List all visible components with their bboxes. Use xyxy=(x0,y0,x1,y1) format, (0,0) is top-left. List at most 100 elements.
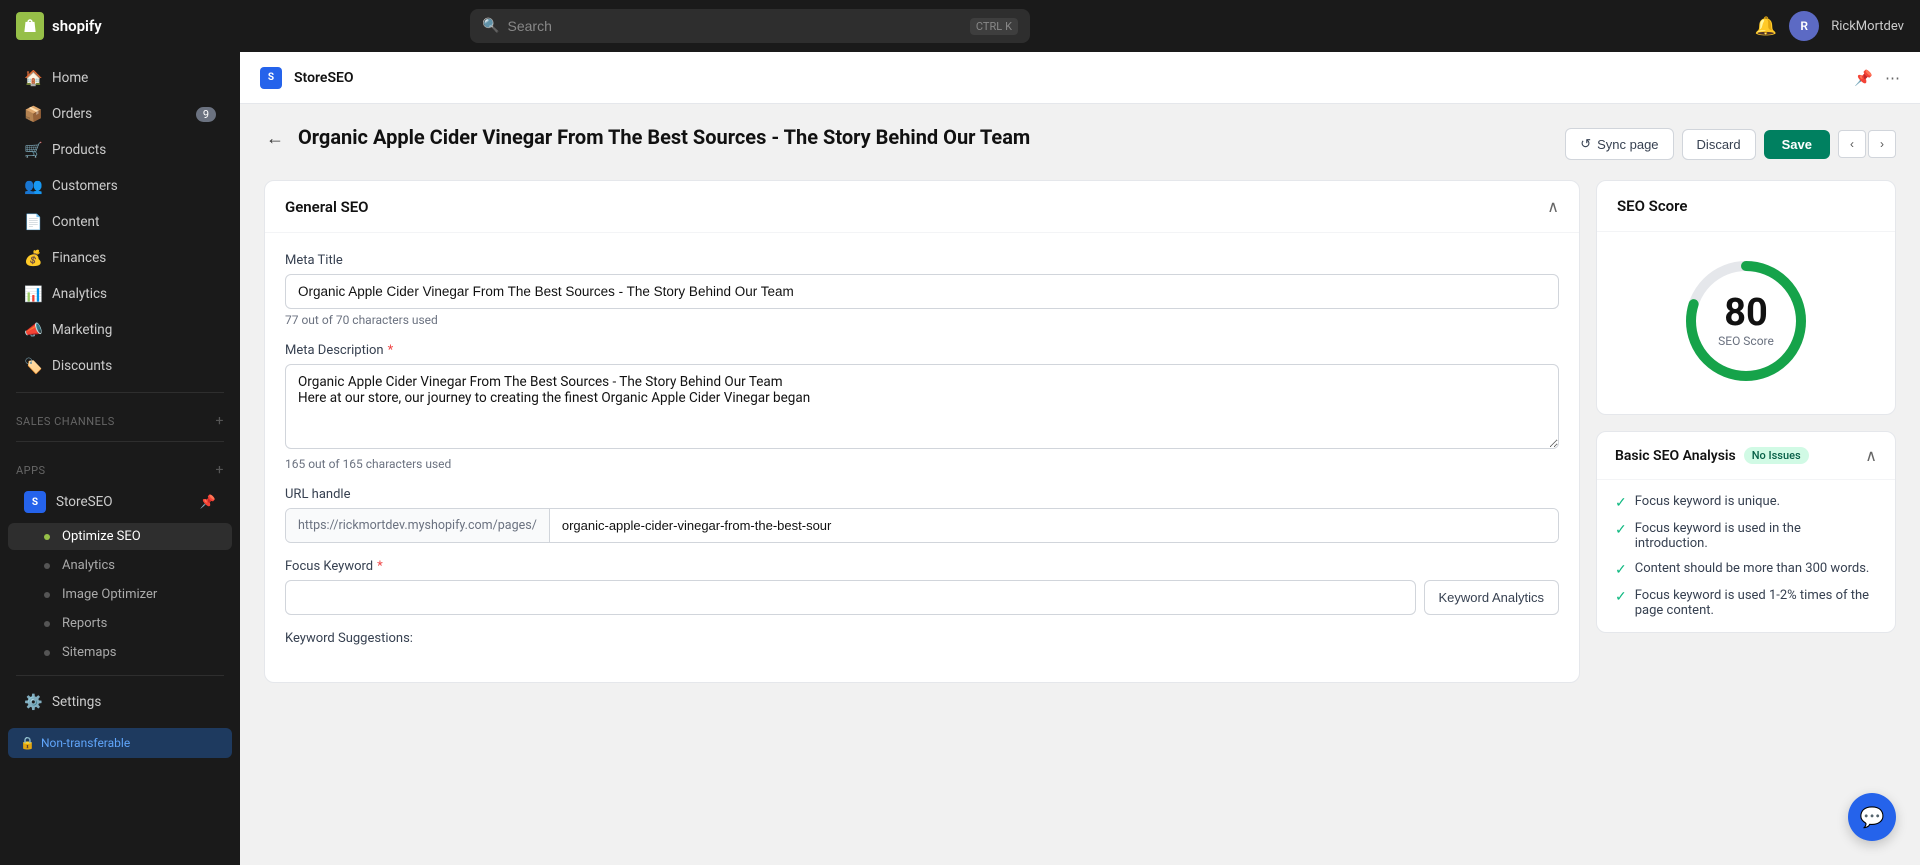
sidebar-item-finances[interactable]: 💰 Finances xyxy=(8,241,232,275)
sidebar-item-label: Home xyxy=(52,70,88,86)
check-text-4: Focus keyword is used 1-2% times of the … xyxy=(1635,588,1877,618)
search-bar[interactable]: 🔍 CTRL K xyxy=(470,9,1030,43)
navigation-arrows: ‹ › xyxy=(1838,130,1896,158)
keyword-analytics-button[interactable]: Keyword Analytics xyxy=(1424,580,1560,615)
sidebar-sub-item-optimize-seo[interactable]: Optimize SEO xyxy=(8,523,232,550)
shopify-text: shopify xyxy=(52,17,102,35)
discounts-icon: 🏷️ xyxy=(24,357,42,375)
meta-description-group: Meta Description * 165 out of 165 charac… xyxy=(285,343,1559,471)
username: RickMortdev xyxy=(1831,19,1904,34)
content-area: S StoreSEO 📌 ⋯ ← Organic Apple Cider Vin… xyxy=(240,52,1920,865)
marketing-icon: 📣 xyxy=(24,321,42,339)
seo-analysis-card: Basic SEO Analysis No Issues ∧ ✓ Focus k… xyxy=(1596,431,1896,633)
seo-analysis-title: Basic SEO Analysis No Issues xyxy=(1615,447,1809,464)
finances-icon: 💰 xyxy=(24,249,42,267)
sub-label: Image Optimizer xyxy=(62,587,157,602)
sidebar-item-marketing[interactable]: 📣 Marketing xyxy=(8,313,232,347)
prev-button[interactable]: ‹ xyxy=(1838,130,1866,158)
shopify-logo[interactable]: shopify xyxy=(16,12,102,40)
sidebar-sub-item-reports[interactable]: Reports xyxy=(8,610,232,637)
discard-button[interactable]: Discard xyxy=(1682,129,1756,160)
sidebar-sub-item-analytics[interactable]: Analytics xyxy=(8,552,232,579)
sidebar-item-content[interactable]: 📄 Content xyxy=(8,205,232,239)
sidebar-item-customers[interactable]: 👥 Customers xyxy=(8,169,232,203)
sidebar-item-orders[interactable]: 📦 Orders 9 xyxy=(8,97,232,131)
orders-badge: 9 xyxy=(196,107,216,122)
topbar-right: 🔔 R RickMortdev xyxy=(1755,11,1904,41)
sidebar-item-discounts[interactable]: 🏷️ Discounts xyxy=(8,349,232,383)
check-icon-2: ✓ xyxy=(1615,522,1627,538)
seo-score-card: SEO Score xyxy=(1596,180,1896,415)
sidebar-item-label: Analytics xyxy=(52,286,107,302)
sidebar-item-analytics[interactable]: 📊 Analytics xyxy=(8,277,232,311)
focus-keyword-input[interactable] xyxy=(285,580,1416,615)
next-button[interactable]: › xyxy=(1868,130,1896,158)
chat-icon: 💬 xyxy=(1860,805,1885,829)
app-header-pin-icon[interactable]: 📌 xyxy=(1854,69,1873,87)
non-transferable-label: Non-transferable xyxy=(41,736,130,750)
page-actions: ↺ Sync page Discard Save ‹ › xyxy=(1565,128,1896,160)
sidebar-item-storeseo[interactable]: S StoreSEO 📌 xyxy=(8,483,232,521)
avatar[interactable]: R xyxy=(1789,11,1819,41)
sync-label: Sync page xyxy=(1597,137,1658,152)
check-item-2: ✓ Focus keyword is used in the introduct… xyxy=(1615,521,1877,551)
meta-description-label: Meta Description * xyxy=(285,343,1559,358)
sub-dot xyxy=(44,621,50,627)
customers-icon: 👥 xyxy=(24,177,42,195)
sales-channels-section: Sales channels + xyxy=(0,401,240,433)
sidebar-item-label: Settings xyxy=(52,694,101,710)
sub-dot xyxy=(44,650,50,656)
app-header-more-icon[interactable]: ⋯ xyxy=(1885,69,1900,87)
bell-icon[interactable]: 🔔 xyxy=(1755,16,1777,37)
pin-icon[interactable]: 📌 xyxy=(200,495,216,510)
storeseo-label: StoreSEO xyxy=(56,494,113,510)
check-text-1: Focus keyword is unique. xyxy=(1635,494,1780,509)
no-issues-badge: No Issues xyxy=(1744,447,1809,464)
check-icon-1: ✓ xyxy=(1615,495,1627,511)
meta-title-char-count: 77 out of 70 characters used xyxy=(285,313,1559,327)
save-button[interactable]: Save xyxy=(1764,130,1830,159)
general-seo-body: Meta Title 77 out of 70 characters used … xyxy=(265,233,1579,682)
home-icon: 🏠 xyxy=(24,69,42,87)
collapse-icon[interactable]: ∧ xyxy=(1547,197,1559,216)
expand-apps-icon[interactable]: + xyxy=(216,462,224,478)
meta-description-textarea[interactable] xyxy=(285,364,1559,449)
sync-page-button[interactable]: ↺ Sync page xyxy=(1565,128,1673,160)
sidebar-item-label: Marketing xyxy=(52,322,112,338)
sidebar-sub-item-sitemaps[interactable]: Sitemaps xyxy=(8,639,232,666)
sidebar-item-settings[interactable]: ⚙️ Settings xyxy=(8,685,232,719)
sidebar: 🏠 Home 📦 Orders 9 🛒 Products 👥 Customers… xyxy=(0,52,240,865)
check-item-1: ✓ Focus keyword is unique. xyxy=(1615,494,1877,511)
page-content: ← Organic Apple Cider Vinegar From The B… xyxy=(240,104,1920,865)
sidebar-item-home[interactable]: 🏠 Home xyxy=(8,61,232,95)
sales-channels-label: Sales channels xyxy=(16,415,115,428)
app-header-icon: S xyxy=(260,67,282,89)
check-text-2: Focus keyword is used in the introductio… xyxy=(1635,521,1877,551)
sub-dot xyxy=(44,563,50,569)
sidebar-sub-item-image-optimizer[interactable]: Image Optimizer xyxy=(8,581,232,608)
storeseo-app-icon: S xyxy=(24,491,46,513)
expand-icon[interactable]: + xyxy=(216,413,224,429)
divider-3 xyxy=(16,675,224,676)
url-handle-input[interactable] xyxy=(550,509,1558,542)
score-number: 80 xyxy=(1718,294,1774,332)
app-header-title: StoreSEO xyxy=(294,70,354,86)
meta-title-input[interactable] xyxy=(285,274,1559,309)
general-seo-card: General SEO ∧ Meta Title 77 out of 70 ch… xyxy=(264,180,1580,683)
non-transferable-badge: 🔒 Non-transferable xyxy=(8,728,232,758)
sync-icon: ↺ xyxy=(1580,136,1591,152)
check-list: ✓ Focus keyword is unique. ✓ Focus keywo… xyxy=(1597,480,1895,632)
analytics-icon: 📊 xyxy=(24,285,42,303)
analysis-collapse-icon[interactable]: ∧ xyxy=(1865,446,1877,465)
sub-label: Analytics xyxy=(62,558,115,573)
divider-1 xyxy=(16,392,224,393)
score-circle: 80 SEO Score xyxy=(1681,256,1811,386)
search-input[interactable] xyxy=(508,18,962,34)
chat-button[interactable]: 💬 xyxy=(1848,793,1896,841)
back-button[interactable]: ← xyxy=(264,126,286,151)
main-column: General SEO ∧ Meta Title 77 out of 70 ch… xyxy=(264,180,1580,683)
url-handle-group: URL handle https://rickmortdev.myshopify… xyxy=(285,487,1559,543)
sub-dot xyxy=(44,592,50,598)
lock-icon: 🔒 xyxy=(20,736,35,750)
sidebar-item-products[interactable]: 🛒 Products xyxy=(8,133,232,167)
